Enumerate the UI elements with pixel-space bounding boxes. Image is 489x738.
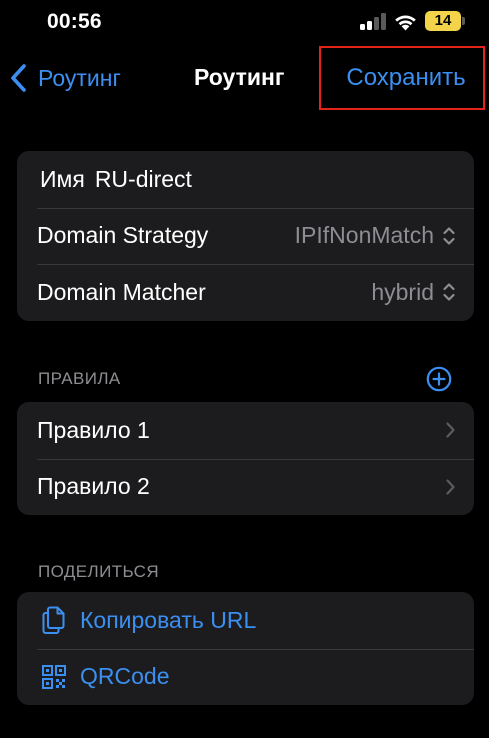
domain-matcher-value: hybrid <box>371 278 434 305</box>
share-section-header: ПОДЕЛИТЬСЯ <box>38 562 160 581</box>
rules-group: Правило 1 Правило 2 <box>17 402 474 515</box>
domain-matcher-row[interactable]: Domain Matcher hybrid <box>17 264 474 321</box>
battery-icon: 14 <box>425 11 461 31</box>
rules-section-header: ПРАВИЛА <box>38 369 121 388</box>
rule-label: Правило 1 <box>37 416 150 443</box>
rule-row[interactable]: Правило 1 <box>17 402 474 459</box>
cellular-signal-icon <box>360 13 386 30</box>
qrcode-label: QRCode <box>80 663 170 690</box>
battery-level: 14 <box>434 12 452 29</box>
domain-strategy-label: Domain Strategy <box>37 222 209 249</box>
copy-document-icon <box>42 606 65 635</box>
domain-strategy-row[interactable]: Domain Strategy IPIfNonMatch <box>17 207 474 265</box>
status-bar: 00:56 14 <box>0 0 489 44</box>
wifi-icon <box>395 15 416 31</box>
add-circle-icon[interactable] <box>426 366 452 392</box>
back-button[interactable]: Роутинг <box>9 60 121 96</box>
chevron-right-icon <box>446 422 455 438</box>
up-down-chevron-icon <box>443 227 455 245</box>
domain-strategy-picker[interactable]: IPIfNonMatch <box>295 222 456 249</box>
rule-row[interactable]: Правило 2 <box>17 458 474 516</box>
page-title: Роутинг <box>194 64 285 90</box>
name-label: Имя <box>40 165 85 192</box>
copy-url-label: Копировать URL <box>80 606 257 633</box>
domain-matcher-label: Domain Matcher <box>37 278 206 305</box>
status-time: 00:56 <box>47 10 102 33</box>
navigation-bar: Роутинг Роутинг Сохранить <box>0 46 489 110</box>
share-group: Копировать URL QRCode <box>17 592 474 705</box>
name-row[interactable]: Имя RU-direct <box>17 151 474 208</box>
chevron-right-icon <box>446 479 455 495</box>
settings-group: Имя RU-direct Domain Strategy IPIfNonMat… <box>17 151 474 321</box>
domain-strategy-value: IPIfNonMatch <box>294 222 434 249</box>
back-label: Роутинг <box>38 64 121 91</box>
domain-matcher-picker[interactable]: hybrid <box>371 279 456 306</box>
name-field[interactable]: RU-direct <box>95 166 192 193</box>
copy-url-button[interactable]: Копировать URL <box>17 592 474 649</box>
qrcode-icon <box>42 664 66 689</box>
save-button[interactable]: Сохранить <box>319 46 485 110</box>
back-chevron-icon <box>11 64 26 92</box>
up-down-chevron-icon <box>443 283 455 301</box>
qrcode-button[interactable]: QRCode <box>17 648 474 706</box>
rule-label: Правило 2 <box>37 473 150 500</box>
battery-tip <box>462 17 465 25</box>
